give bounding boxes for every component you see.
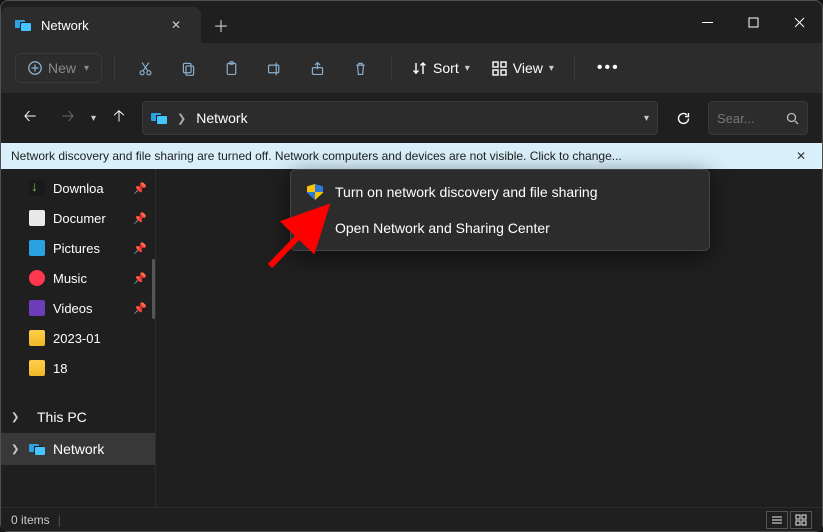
banner-message: Network discovery and file sharing are t… — [11, 149, 790, 163]
sidebar-item-label: Downloa — [53, 181, 104, 196]
music-icon — [29, 270, 45, 286]
body: Downloa 📌 Documer 📌 Pictures 📌 Music 📌 Video… — [1, 169, 822, 507]
cut-button[interactable] — [127, 54, 164, 83]
sort-label: Sort — [433, 60, 459, 76]
pin-icon: 📌 — [133, 302, 147, 315]
copy-button[interactable] — [170, 54, 207, 83]
titlebar: Network ✕ ＋ — [1, 1, 822, 43]
sidebar-item-label: Network — [53, 441, 104, 457]
toolbar: New ▾ Sort ▾ View ▾ ••• — [1, 43, 822, 93]
view-icon — [492, 61, 507, 76]
forward-button[interactable]: 🡢 — [53, 103, 83, 133]
network-icon — [15, 17, 31, 33]
rename-button[interactable] — [256, 54, 293, 83]
delete-button[interactable] — [342, 54, 379, 83]
status-bar: 0 items | — [1, 507, 822, 531]
paste-button[interactable] — [213, 54, 250, 83]
window-controls — [684, 1, 822, 43]
sidebar: Downloa 📌 Documer 📌 Pictures 📌 Music 📌 Video… — [1, 169, 156, 507]
documents-icon — [29, 210, 45, 226]
menu-item-label: Turn on network discovery and file shari… — [335, 184, 598, 200]
sidebar-item-network[interactable]: ❯ Network — [1, 433, 155, 465]
folder-icon — [29, 330, 45, 346]
back-button[interactable]: 🡠 — [15, 103, 45, 133]
pin-icon: 📌 — [133, 272, 147, 285]
network-icon — [29, 441, 45, 457]
refresh-button[interactable] — [666, 101, 700, 135]
tab-title: Network — [41, 18, 155, 33]
search-icon — [786, 112, 799, 125]
pin-icon: 📌 — [133, 242, 147, 255]
share-button[interactable] — [299, 54, 336, 83]
videos-icon — [29, 300, 45, 316]
search-input[interactable]: Sear... — [708, 101, 808, 135]
status-text: 0 items — [11, 513, 50, 527]
tab-network[interactable]: Network ✕ — [1, 7, 201, 43]
close-window-button[interactable] — [776, 1, 822, 43]
more-button[interactable]: ••• — [587, 55, 630, 81]
maximize-button[interactable] — [730, 1, 776, 43]
breadcrumb-separator-icon: ❯ — [177, 112, 186, 125]
expand-icon[interactable]: ❯ — [11, 412, 21, 423]
pin-icon: 📌 — [133, 182, 147, 195]
download-icon — [29, 180, 45, 196]
sidebar-item-folder[interactable]: 18 — [1, 353, 155, 383]
sidebar-item-folder[interactable]: 2023-01 — [1, 323, 155, 353]
toolbar-divider — [391, 56, 392, 80]
menu-item-open-network-sharing-center[interactable]: Open Network and Sharing Center — [291, 210, 709, 246]
address-location: Network — [196, 110, 634, 126]
toolbar-divider — [574, 56, 575, 80]
search-placeholder: Sear... — [717, 111, 780, 126]
scrollbar[interactable] — [152, 259, 155, 319]
banner-close-button[interactable]: ✕ — [790, 149, 812, 163]
network-icon — [151, 110, 167, 126]
refresh-icon — [676, 111, 691, 126]
sort-icon — [412, 61, 427, 76]
sidebar-item-label: This PC — [37, 409, 87, 425]
menu-item-label: Open Network and Sharing Center — [335, 220, 550, 236]
sidebar-item-label: Pictures — [53, 241, 100, 256]
content-area[interactable]: Turn on network discovery and file shari… — [156, 169, 822, 507]
pin-icon: 📌 — [133, 212, 147, 225]
thumbnails-view-button[interactable] — [790, 511, 812, 529]
chevron-down-icon: ▾ — [549, 63, 554, 74]
folder-icon — [29, 360, 45, 376]
minimize-button[interactable] — [684, 1, 730, 43]
details-view-button[interactable] — [766, 511, 788, 529]
chevron-down-icon: ▾ — [465, 63, 470, 74]
context-menu: Turn on network discovery and file shari… — [290, 169, 710, 251]
file-explorer-window: Network ✕ ＋ New ▾ Sort ▾ — [0, 0, 823, 532]
pictures-icon — [29, 240, 45, 256]
menu-item-turn-on-network-discovery[interactable]: Turn on network discovery and file shari… — [291, 174, 709, 210]
shield-icon — [307, 184, 323, 200]
history-chevron-icon[interactable]: ▾ — [91, 113, 96, 124]
sidebar-item-label: Documer — [53, 211, 106, 226]
new-button-label: New — [48, 60, 76, 76]
view-button[interactable]: View ▾ — [484, 56, 562, 80]
sidebar-item-downloads[interactable]: Downloa 📌 — [1, 173, 155, 203]
sidebar-item-music[interactable]: Music 📌 — [1, 263, 155, 293]
chevron-down-icon: ▾ — [84, 63, 89, 74]
expand-icon[interactable]: ❯ — [11, 444, 21, 455]
sidebar-item-label: Music — [53, 271, 87, 286]
navigation-row: 🡠 🡢 ▾ 🡡 ❯ Network ▾ Sear... — [1, 93, 822, 143]
sort-button[interactable]: Sort ▾ — [404, 56, 478, 80]
network-discovery-banner[interactable]: Network discovery and file sharing are t… — [1, 143, 822, 169]
plus-circle-icon — [28, 61, 42, 75]
sidebar-item-pictures[interactable]: Pictures 📌 — [1, 233, 155, 263]
chevron-down-icon[interactable]: ▾ — [644, 113, 649, 124]
toolbar-divider — [114, 56, 115, 80]
sidebar-item-label: 2023-01 — [53, 331, 101, 346]
view-label: View — [513, 60, 543, 76]
sidebar-item-label: Videos — [53, 301, 93, 316]
sidebar-item-videos[interactable]: Videos 📌 — [1, 293, 155, 323]
sidebar-item-documents[interactable]: Documer 📌 — [1, 203, 155, 233]
address-bar[interactable]: ❯ Network ▾ — [142, 101, 658, 135]
sidebar-item-this-pc[interactable]: ❯ This PC — [1, 401, 155, 433]
new-tab-button[interactable]: ＋ — [201, 7, 241, 43]
up-button[interactable]: 🡡 — [104, 103, 134, 133]
sidebar-item-label: 18 — [53, 361, 67, 376]
new-button[interactable]: New ▾ — [15, 53, 102, 83]
tab-close-button[interactable]: ✕ — [165, 16, 187, 34]
